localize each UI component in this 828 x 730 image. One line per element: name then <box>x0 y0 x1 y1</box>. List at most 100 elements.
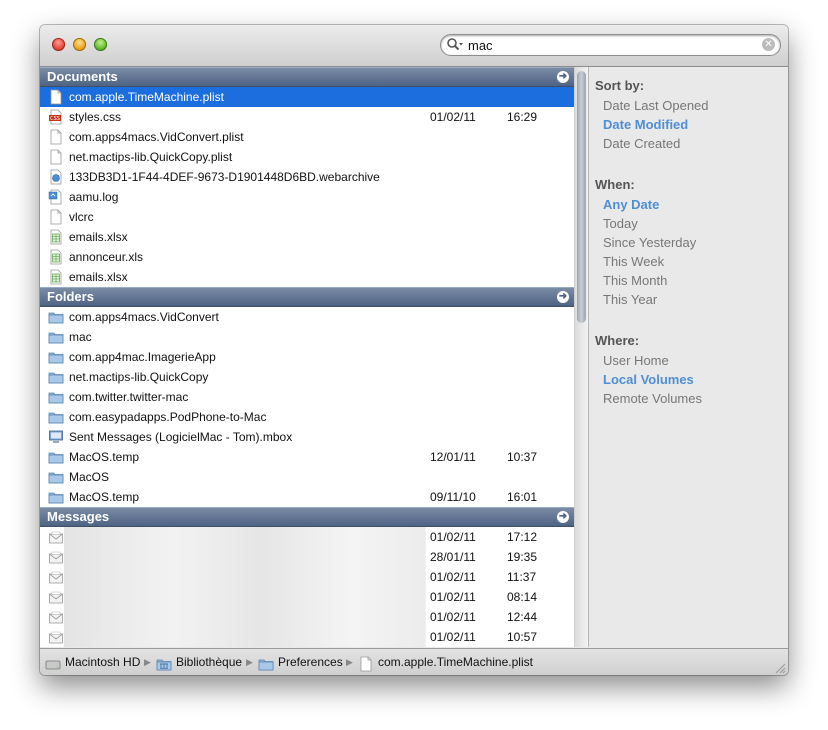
envelope-icon <box>48 569 64 585</box>
documents-header-label: Documents <box>47 69 118 84</box>
message-row[interactable]: 01/02/11 11:37 <box>40 567 574 587</box>
result-name: 133DB3D1-1F44-4DEF-9673-D1901448D6BD.web… <box>69 170 380 184</box>
result-time: 10:57 <box>507 630 538 644</box>
folders-header-label: Folders <box>47 289 94 304</box>
when-option-any-date[interactable]: Any Date <box>603 197 659 212</box>
folder-row[interactable]: net.mactips-lib.QuickCopy <box>40 367 574 387</box>
messages-header-label: Messages <box>47 509 110 524</box>
when-option-this-week[interactable]: This Week <box>603 254 664 269</box>
document-row[interactable]: aamu.log <box>40 187 574 207</box>
folder-icon <box>48 389 64 405</box>
when-option-this-year[interactable]: This Year <box>603 292 657 307</box>
minimize-window-button[interactable] <box>73 38 86 51</box>
svg-text:CSS: CSS <box>50 116 60 122</box>
search-icon[interactable] <box>446 37 464 53</box>
zoom-window-button[interactable] <box>94 38 107 51</box>
result-name: net.mactips-lib.QuickCopy.plist <box>69 150 233 164</box>
folder-row[interactable]: MacOS.temp 09/11/10 16:01 <box>40 487 574 507</box>
column-divider <box>425 627 426 647</box>
envelope-icon <box>48 609 64 625</box>
folder-row[interactable]: com.twitter.twitter-mac <box>40 387 574 407</box>
message-row[interactable]: 01/02/11 12:44 <box>40 607 574 627</box>
results-list: Documents ➜ com.apple.TimeMachine.plist C… <box>40 67 574 647</box>
where-option-remote-volumes[interactable]: Remote Volumes <box>603 391 702 406</box>
result-name: com.easypadapps.PodPhone-to-Mac <box>69 410 267 424</box>
folder-icon <box>48 449 64 465</box>
resize-grip-icon[interactable] <box>774 662 786 674</box>
message-row[interactable]: 01/02/11 17:12 <box>40 527 574 547</box>
folder-row[interactable]: com.easypadapps.PodPhone-to-Mac <box>40 407 574 427</box>
message-row[interactable]: 28/01/11 19:35 <box>40 547 574 567</box>
folder-row[interactable]: com.apps4macs.VidConvert <box>40 307 574 327</box>
results-scrollbar[interactable] <box>574 67 588 647</box>
result-name: emails.xlsx <box>69 230 128 244</box>
mbox-icon <box>48 429 64 445</box>
redacted-message-subject <box>64 547 425 567</box>
redacted-message-subject <box>64 527 425 547</box>
clear-search-icon[interactable]: ✕ <box>762 38 775 51</box>
webarchive-file-icon <box>48 169 64 185</box>
path-separator-icon: ▶ <box>346 657 353 667</box>
show-more-documents-icon[interactable]: ➜ <box>557 71 569 83</box>
folder-icon <box>48 329 64 345</box>
document-row[interactable]: vlcrc <box>40 207 574 227</box>
folder-row[interactable]: MacOS <box>40 467 574 487</box>
css-file-icon: CSS <box>48 109 64 125</box>
document-row[interactable]: emails.xlsx <box>40 267 574 287</box>
folder-icon <box>48 369 64 385</box>
result-name: emails.xlsx <box>69 270 128 284</box>
folder-icon <box>48 349 64 365</box>
result-time: 16:01 <box>507 490 538 504</box>
folder-row[interactable]: mac <box>40 327 574 347</box>
close-window-button[interactable] <box>52 38 65 51</box>
spotlight-window: ✕ Documents ➜ com.apple.TimeMachine.plis… <box>40 25 788 675</box>
search-input[interactable] <box>468 37 758 53</box>
result-name: MacOS.temp <box>69 450 140 464</box>
result-date: 01/02/11 <box>430 590 476 604</box>
result-date: 12/01/11 <box>430 450 476 464</box>
document-row[interactable]: emails.xlsx <box>40 227 574 247</box>
show-more-messages-icon[interactable]: ➜ <box>557 511 569 523</box>
result-time: 08:14 <box>507 590 538 604</box>
spreadsheet-file-icon <box>48 229 64 245</box>
envelope-icon <box>48 529 64 545</box>
hard-drive-icon <box>45 655 61 670</box>
message-row[interactable]: 01/02/11 10:57 <box>40 627 574 647</box>
result-name: aamu.log <box>69 190 119 204</box>
spreadsheet-file-icon <box>48 249 64 265</box>
column-divider <box>425 527 426 547</box>
column-divider <box>425 547 426 567</box>
result-time: 16:29 <box>507 110 538 124</box>
document-row[interactable]: com.apps4macs.VidConvert.plist <box>40 127 574 147</box>
folder-row[interactable]: Sent Messages (LogicielMac - Tom).mbox <box>40 427 574 447</box>
when-option-today[interactable]: Today <box>603 216 638 231</box>
document-row[interactable]: annonceur.xls <box>40 247 574 267</box>
document-row[interactable]: 133DB3D1-1F44-4DEF-9673-D1901448D6BD.web… <box>40 167 574 187</box>
message-row[interactable]: 01/02/11 08:14 <box>40 587 574 607</box>
where-option-user-home[interactable]: User Home <box>603 353 669 368</box>
result-date: 09/11/10 <box>430 490 476 504</box>
result-name: com.apple.TimeMachine.plist <box>69 90 224 104</box>
when-option-this-month[interactable]: This Month <box>603 273 667 288</box>
sort-option-date-modified[interactable]: Date Modified <box>603 117 688 132</box>
result-name: net.mactips-lib.QuickCopy <box>69 370 209 384</box>
messages-section-header: Messages ➜ <box>40 507 574 527</box>
scroll-thumb[interactable] <box>577 71 586 323</box>
show-more-folders-icon[interactable]: ➜ <box>557 291 569 303</box>
result-date: 28/01/11 <box>430 550 476 564</box>
folder-row[interactable]: com.app4mac.ImagerieApp <box>40 347 574 367</box>
sort-by-title: Sort by: <box>595 78 645 93</box>
plist-file-icon <box>48 89 64 105</box>
folder-row[interactable]: MacOS.temp 12/01/11 10:37 <box>40 447 574 467</box>
result-name: styles.css <box>69 110 122 124</box>
document-row[interactable]: CSS styles.css 01/02/11 16:29 <box>40 107 574 127</box>
document-row[interactable]: net.mactips-lib.QuickCopy.plist <box>40 147 574 167</box>
when-option-since-yesterday[interactable]: Since Yesterday <box>603 235 696 250</box>
document-row[interactable]: com.apple.TimeMachine.plist <box>40 87 574 107</box>
sort-option-date-last-opened[interactable]: Date Last Opened <box>603 98 709 113</box>
where-option-local-volumes[interactable]: Local Volumes <box>603 372 694 387</box>
sort-option-date-created[interactable]: Date Created <box>603 136 680 151</box>
result-name: com.app4mac.ImagerieApp <box>69 350 216 364</box>
search-field[interactable]: ✕ <box>440 34 781 56</box>
documents-section-header: Documents ➜ <box>40 67 574 87</box>
